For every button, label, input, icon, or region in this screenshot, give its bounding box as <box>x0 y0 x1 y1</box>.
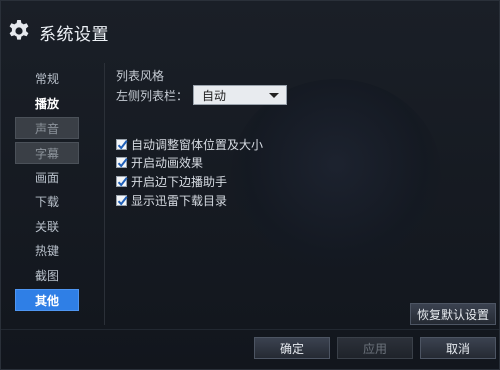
checkbox-show-download-dir[interactable]: 显示迅雷下载目录 <box>116 192 227 208</box>
checkbox-label: 开启动画效果 <box>131 155 204 170</box>
list-position-value: 自动 <box>202 88 227 103</box>
sidebar-item-playback[interactable]: 播放 <box>15 92 79 114</box>
sidebar-item-association[interactable]: 关联 <box>15 215 79 237</box>
sidebar-item-download[interactable]: 下载 <box>15 190 79 212</box>
sidebar-item-general[interactable]: 常规 <box>15 67 79 89</box>
restore-defaults-button[interactable]: 恢复默认设置 <box>410 303 496 325</box>
sidebar-item-subtitle[interactable]: 字幕 <box>15 142 79 164</box>
background-watermark <box>231 79 441 269</box>
title-bar: 系统设置 <box>1 1 499 59</box>
section-title: 列表风格 <box>116 69 165 83</box>
window-title: 系统设置 <box>39 25 109 45</box>
checkbox-play-while-download[interactable]: 开启边下边播助手 <box>116 173 227 189</box>
footer-divider <box>1 329 499 330</box>
checkbox-animation[interactable]: 开启动画效果 <box>116 154 203 170</box>
cancel-button[interactable]: 取消 <box>420 337 496 359</box>
settings-sidebar: 常规 播放 声音 字幕 画面 下载 关联 热键 截图 其他 <box>1 65 101 325</box>
checkbox-checked-icon[interactable] <box>116 194 128 206</box>
sidebar-item-other[interactable]: 其他 <box>15 289 79 311</box>
sidebar-divider <box>104 63 105 325</box>
ok-button[interactable]: 确定 <box>254 337 330 359</box>
sidebar-item-screenshot[interactable]: 截图 <box>15 264 79 286</box>
chevron-down-icon <box>269 93 279 98</box>
sidebar-item-picture[interactable]: 画面 <box>15 166 79 188</box>
checkbox-label: 显示迅雷下载目录 <box>131 193 228 208</box>
settings-window: 系统设置 常规 播放 声音 字幕 画面 下载 关联 热键 截图 其他 列表风格 … <box>0 0 500 370</box>
checkbox-label: 开启边下边播助手 <box>131 174 228 189</box>
checkbox-label: 自动调整窗体位置及大小 <box>131 137 264 152</box>
sidebar-item-sound[interactable]: 声音 <box>15 117 79 139</box>
checkbox-checked-icon[interactable] <box>116 138 128 150</box>
checkbox-checked-icon[interactable] <box>116 175 128 187</box>
checkbox-auto-resize[interactable]: 自动调整窗体位置及大小 <box>116 136 263 152</box>
list-position-label: 左侧列表栏： <box>116 89 189 103</box>
list-position-select[interactable]: 自动 <box>193 85 287 105</box>
apply-button[interactable]: 应用 <box>337 337 413 359</box>
gear-icon <box>7 19 31 43</box>
checkbox-checked-icon[interactable] <box>116 156 128 168</box>
sidebar-item-hotkeys[interactable]: 热键 <box>15 239 79 261</box>
